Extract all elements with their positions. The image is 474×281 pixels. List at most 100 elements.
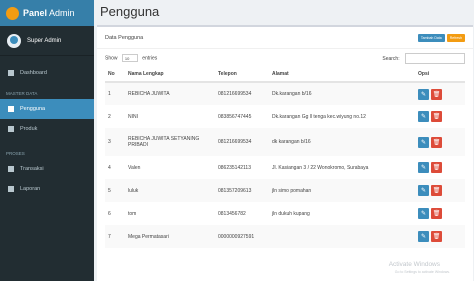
header-no[interactable]: No: [105, 67, 125, 83]
watermark-sub: Go to Settings to activate Windows.: [394, 270, 450, 274]
cell-alamat: jln dukuh kupang: [272, 210, 310, 217]
edit-icon[interactable]: ✎: [418, 185, 429, 196]
report-icon: [8, 186, 14, 192]
search-label: Search:: [382, 55, 400, 62]
entries-label: entries: [142, 55, 158, 62]
cell-telp: 0813456782: [218, 210, 246, 217]
cell-alamat: jln simo pomahan: [269, 179, 415, 202]
cell-telp: 0000000927591: [215, 225, 269, 248]
cell-no: 3: [105, 128, 125, 156]
cell-alamat: Dk.karangan b/16: [269, 82, 415, 105]
cell-no: 4: [108, 164, 111, 171]
delete-icon[interactable]: 🗑: [431, 162, 442, 173]
row-actions: ✎ 🗑: [418, 136, 465, 148]
sidebar-item-label: Pengguna: [20, 106, 46, 112]
brand-logo[interactable]: Panel Admin: [0, 0, 94, 26]
sidebar-item-pengguna[interactable]: Pengguna: [0, 99, 94, 119]
delete-icon[interactable]: 🗑: [431, 111, 442, 122]
header-telepon[interactable]: Telepon: [215, 67, 269, 83]
header-opsi: Opsi: [415, 67, 465, 83]
edit-icon[interactable]: ✎: [418, 88, 429, 100]
table-row: 1 REBICHA JUWITA 081216699534 Dk.karangan b…: [105, 82, 465, 105]
search-input[interactable]: [405, 52, 465, 64]
user-panel: Super Admin: [0, 26, 94, 56]
edit-icon[interactable]: ✎: [418, 208, 429, 219]
cell-no: 5: [105, 179, 125, 202]
cell-telp: 083856747445: [218, 113, 252, 120]
data-box: Data Pengguna Tambah Data Refresh Show 1…: [97, 25, 473, 281]
cell-opsi: ✎ 🗑: [415, 82, 465, 105]
header-buttons: Tambah Data Refresh: [417, 33, 465, 42]
show-label: Show: [105, 55, 118, 62]
sidebar-item-produk[interactable]: Produk: [0, 119, 94, 139]
cell-alamat: Jl. Kasiangan 3 / 22 Wonokromo, Surabaya: [272, 164, 369, 171]
cell-telp: 081357209613: [215, 179, 269, 202]
box-header: Data Pengguna Tambah Data Refresh: [97, 27, 473, 49]
box-title: Data Pengguna: [105, 34, 144, 41]
page-title: Pengguna: [100, 4, 160, 19]
table-controls: Show 10 entries Search:: [97, 49, 473, 67]
cell-nama: NINI: [128, 113, 138, 120]
row-actions: ✎ 🗑: [418, 111, 465, 122]
brand-strong: Panel: [23, 8, 48, 18]
sidebar-item-dashboard[interactable]: Dashboard: [0, 63, 94, 83]
delete-icon[interactable]: 🗑: [431, 136, 442, 148]
delete-icon[interactable]: 🗑: [431, 185, 442, 196]
cell-telp: 086235142113: [218, 164, 251, 171]
table-row: 7 Mega Permatasari 0000000927591 ✎ 🗑: [105, 225, 465, 248]
section-master-data: MASTER DATA: [6, 91, 38, 96]
cell-opsi: ✎ 🗑: [415, 128, 465, 156]
delete-icon[interactable]: 🗑: [431, 88, 442, 100]
receipt-icon: [8, 166, 14, 172]
cell-alamat: dk karangan b/16: [269, 128, 415, 156]
cell-no: 6: [108, 210, 111, 217]
sidebar-item-laporan[interactable]: Laporan: [0, 179, 94, 199]
cell-telp: 081216699534: [215, 128, 269, 156]
delete-icon[interactable]: 🗑: [431, 208, 442, 219]
table-row: 3 REBICHA JUWITA SETYANING PRIBADI 0812166…: [105, 128, 465, 156]
cell-opsi: ✎ 🗑: [415, 156, 465, 179]
row-actions: ✎ 🗑: [418, 185, 465, 196]
refresh-button[interactable]: Refresh: [446, 33, 465, 42]
cell-alamat: Dk.karangan Gg ll tenga kec.wiyung no.12: [272, 113, 366, 120]
main-content: Pengguna Data Pengguna Tambah Data Refre…: [94, 0, 474, 281]
cell-opsi: ✎ 🗑: [415, 179, 465, 202]
edit-icon[interactable]: ✎: [418, 136, 429, 148]
cell-alamat: [269, 225, 415, 248]
table-row: 6 tom 0813456782 jln dukuh kupang ✎ 🗑: [105, 202, 465, 225]
user-name: Super Admin: [27, 37, 62, 44]
entries-select[interactable]: 10: [121, 54, 138, 62]
table-row: 5 luluk 081357209613 jln simo pomahan ✎ 🗑: [105, 179, 465, 202]
cell-nama: tom: [128, 210, 137, 217]
cell-no: 1: [105, 82, 125, 105]
sidebar-item-transaksi[interactable]: Transaksi: [0, 159, 94, 179]
sidebar-item-label: Dashboard: [20, 70, 47, 76]
avatar: [7, 33, 21, 48]
cell-nama: Valen: [128, 164, 141, 171]
row-actions: ✎ 🗑: [418, 231, 465, 242]
delete-icon[interactable]: 🗑: [431, 231, 442, 242]
cell-telp: 081216699534: [215, 82, 269, 105]
user-icon: [8, 106, 14, 112]
length-control: Show 10 entries: [105, 54, 157, 62]
table-row: 2 NINI 083856747445 Dk.karangan Gg ll tenga…: [105, 105, 465, 128]
edit-icon[interactable]: ✎: [418, 231, 429, 242]
table-row: 4 Valen 086235142113 Jl. Kasiangan 3 / 22 W…: [105, 156, 465, 179]
header-alamat[interactable]: Alamat: [269, 67, 415, 83]
add-button[interactable]: Tambah Data: [417, 33, 445, 42]
cell-nama: luluk: [125, 179, 215, 202]
cell-opsi: ✎ 🗑: [415, 105, 465, 128]
edit-icon[interactable]: ✎: [418, 162, 429, 173]
header-nama[interactable]: Nama Lengkap: [125, 67, 215, 83]
brand-light: Admin: [49, 8, 75, 18]
search-control: Search:: [382, 52, 465, 64]
logo-icon: [6, 6, 19, 20]
cell-nama: Mega Permatasari: [125, 225, 215, 248]
box-icon: [8, 126, 14, 132]
row-actions: ✎ 🗑: [418, 208, 465, 219]
row-actions: ✎ 🗑: [418, 162, 465, 173]
edit-icon[interactable]: ✎: [418, 111, 429, 122]
watermark: Activate Windows: [388, 261, 440, 268]
row-actions: ✎ 🗑: [418, 88, 465, 100]
dashboard-icon: [8, 70, 14, 76]
